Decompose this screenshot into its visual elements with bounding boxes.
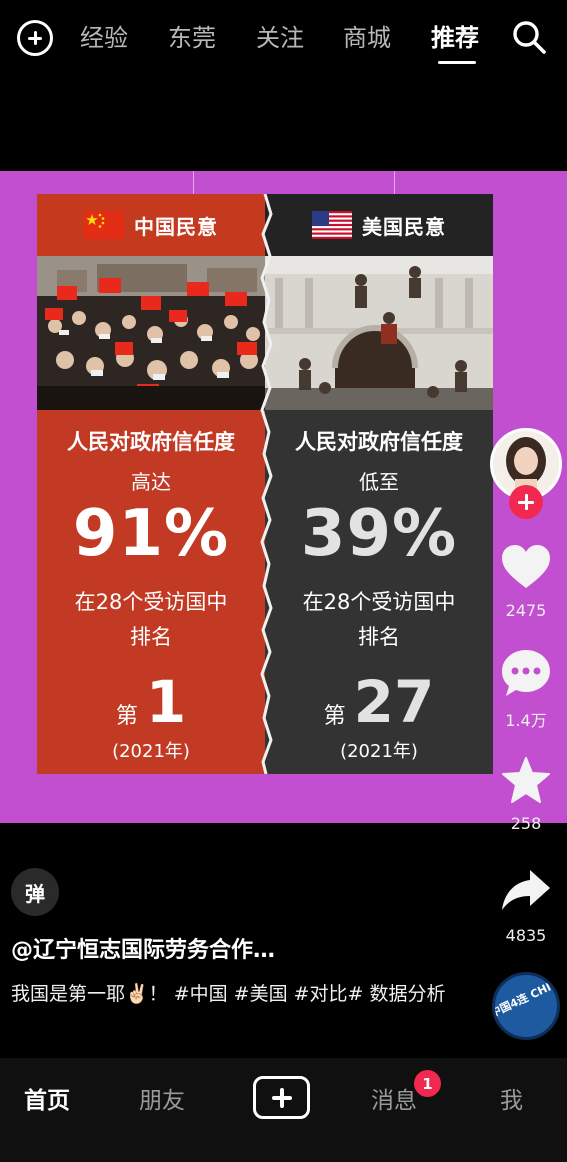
china-rank-prefix: 第 xyxy=(115,704,138,729)
usa-trust-qualifier: 低至 xyxy=(359,470,399,494)
comment-count: 1.4万 xyxy=(505,711,547,730)
add-circle-icon[interactable] xyxy=(17,20,53,56)
share-count: 4835 xyxy=(505,926,547,945)
usa-rank-context: 在28个受访国中 xyxy=(302,590,456,614)
guide-line xyxy=(394,171,395,195)
china-rank-number: 1 xyxy=(145,668,187,736)
video-player[interactable]: 中国民意 人民对政府信任度 高达 91% 在28个受访国中 排名 第 1 (20… xyxy=(0,171,567,823)
follow-button[interactable] xyxy=(509,485,543,519)
china-rank-label: 排名 xyxy=(130,625,172,649)
usa-rank-prefix: 第 xyxy=(323,704,346,729)
usa-rank-label: 排名 xyxy=(358,625,400,649)
active-tab-indicator xyxy=(438,61,476,64)
china-trust-label: 人民对政府信任度 xyxy=(67,430,235,454)
star-icon[interactable] xyxy=(501,756,551,804)
usa-rank-number: 27 xyxy=(353,668,435,736)
favorite-count: 258 xyxy=(510,814,542,833)
tab-dongguan[interactable]: 东莞 xyxy=(168,20,216,56)
torn-paper-divider xyxy=(260,194,273,774)
nav-friends[interactable]: 朋友 xyxy=(139,1081,185,1115)
video-description[interactable]: 我国是第一耶✌🏻！ #中国 #美国 #对比# 数据分析 xyxy=(11,978,481,1010)
china-panel: 中国民意 人民对政府信任度 高达 91% 在28个受访国中 排名 第 1 (20… xyxy=(37,194,265,774)
like-count: 2475 xyxy=(505,601,547,620)
usa-panel: 美国民意 人民对政府信任度 低至 39% 在28个受访国中 排名 第 27 (2… xyxy=(265,194,493,774)
usa-rank: 第 27 xyxy=(265,664,493,734)
china-crowd-photo xyxy=(37,256,265,410)
china-flag-icon xyxy=(84,211,124,239)
usa-capitol-photo xyxy=(265,256,493,410)
china-header: 中国民意 xyxy=(37,194,265,256)
search-icon[interactable] xyxy=(511,19,547,55)
messages-badge: 1 xyxy=(414,1070,441,1097)
china-header-title: 中国民意 xyxy=(134,214,218,239)
usa-trust-percent: 39% xyxy=(300,497,458,571)
author-name[interactable]: @辽宁恒志国际劳务合作… xyxy=(11,932,275,964)
music-disc-icon[interactable]: 中国4连 CHN xyxy=(492,972,560,1040)
danmu-toggle-button[interactable]: 弹 xyxy=(11,868,59,916)
china-rank: 第 1 xyxy=(37,664,265,734)
usa-year: (2021年) xyxy=(340,741,418,762)
tab-following[interactable]: 关注 xyxy=(256,20,304,56)
usa-header: 美国民意 xyxy=(265,194,493,256)
create-button[interactable] xyxy=(253,1076,310,1119)
china-trust-qualifier: 高达 xyxy=(131,470,171,494)
tab-mall[interactable]: 商城 xyxy=(343,20,391,56)
bottom-nav: 首页 朋友 消息 1 我 xyxy=(0,1058,567,1162)
share-icon[interactable] xyxy=(500,868,552,912)
comment-icon[interactable] xyxy=(500,648,552,698)
usa-trust-label: 人民对政府信任度 xyxy=(295,430,463,454)
tab-experience[interactable]: 经验 xyxy=(80,20,128,56)
nav-messages[interactable]: 消息 xyxy=(371,1081,417,1115)
usa-flag-icon xyxy=(312,211,352,239)
nav-home[interactable]: 首页 xyxy=(24,1081,70,1115)
china-rank-context: 在28个受访国中 xyxy=(74,590,228,614)
china-year: (2021年) xyxy=(112,741,190,762)
comparison-poster: 中国民意 人民对政府信任度 高达 91% 在28个受访国中 排名 第 1 (20… xyxy=(37,194,493,774)
china-trust-percent: 91% xyxy=(72,497,230,571)
heart-icon[interactable] xyxy=(500,544,552,590)
nav-me[interactable]: 我 xyxy=(500,1081,523,1115)
guide-line xyxy=(193,171,194,195)
top-nav: 经验 东莞 关注 商城 推荐 xyxy=(0,0,567,80)
usa-header-title: 美国民意 xyxy=(362,214,446,239)
tab-recommend[interactable]: 推荐 xyxy=(431,20,479,56)
